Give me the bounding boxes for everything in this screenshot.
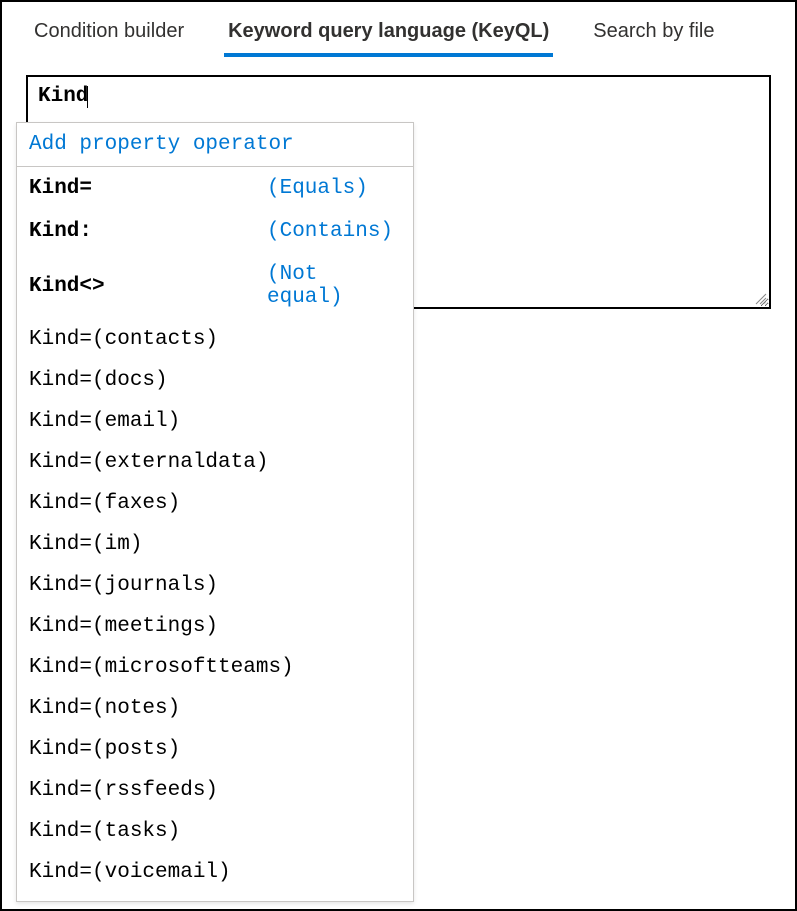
suggestion-dropdown: Add property operator Kind= (Equals) Kin…	[16, 122, 414, 902]
query-text: Kind	[38, 85, 88, 108]
suggestion-item[interactable]: Kind=(meetings)	[17, 606, 413, 647]
tab-condition-builder[interactable]: Condition builder	[30, 14, 188, 57]
operator-equals[interactable]: Kind= (Equals)	[17, 167, 413, 210]
suggestion-item[interactable]: Kind=(tasks)	[17, 811, 413, 852]
tab-keyql[interactable]: Keyword query language (KeyQL)	[224, 14, 553, 57]
suggestion-item[interactable]: Kind=(voicemail)	[17, 852, 413, 893]
text-cursor	[87, 86, 88, 108]
suggestion-item[interactable]: Kind=(email)	[17, 401, 413, 442]
suggestion-header: Add property operator	[17, 123, 413, 167]
operator-hint: (Not equal)	[267, 263, 401, 309]
suggestion-item[interactable]: Kind=(faxes)	[17, 483, 413, 524]
operator-hint: (Equals)	[267, 177, 368, 200]
operator-contains[interactable]: Kind: (Contains)	[17, 210, 413, 253]
suggestion-item[interactable]: Kind=(im)	[17, 524, 413, 565]
resize-handle-icon[interactable]	[753, 291, 767, 305]
operator-key: Kind:	[29, 220, 267, 243]
operator-key: Kind<>	[29, 275, 267, 298]
tab-search-by-file[interactable]: Search by file	[589, 14, 718, 57]
suggestion-item[interactable]: Kind=(docs)	[17, 360, 413, 401]
operator-key: Kind=	[29, 177, 267, 200]
suggestion-item[interactable]: Kind=(posts)	[17, 729, 413, 770]
suggestion-item[interactable]: Kind=(microsoftteams)	[17, 647, 413, 688]
suggestion-item[interactable]: Kind=(rssfeeds)	[17, 770, 413, 811]
tabs-bar: Condition builder Keyword query language…	[2, 2, 795, 57]
suggestion-item[interactable]: Kind=(externaldata)	[17, 442, 413, 483]
operator-not-equal[interactable]: Kind<> (Not equal)	[17, 253, 413, 319]
operator-hint: (Contains)	[267, 220, 393, 243]
suggestion-item[interactable]: Kind=(journals)	[17, 565, 413, 606]
suggestion-item[interactable]: Kind=(notes)	[17, 688, 413, 729]
suggestion-item[interactable]: Kind=(contacts)	[17, 319, 413, 360]
